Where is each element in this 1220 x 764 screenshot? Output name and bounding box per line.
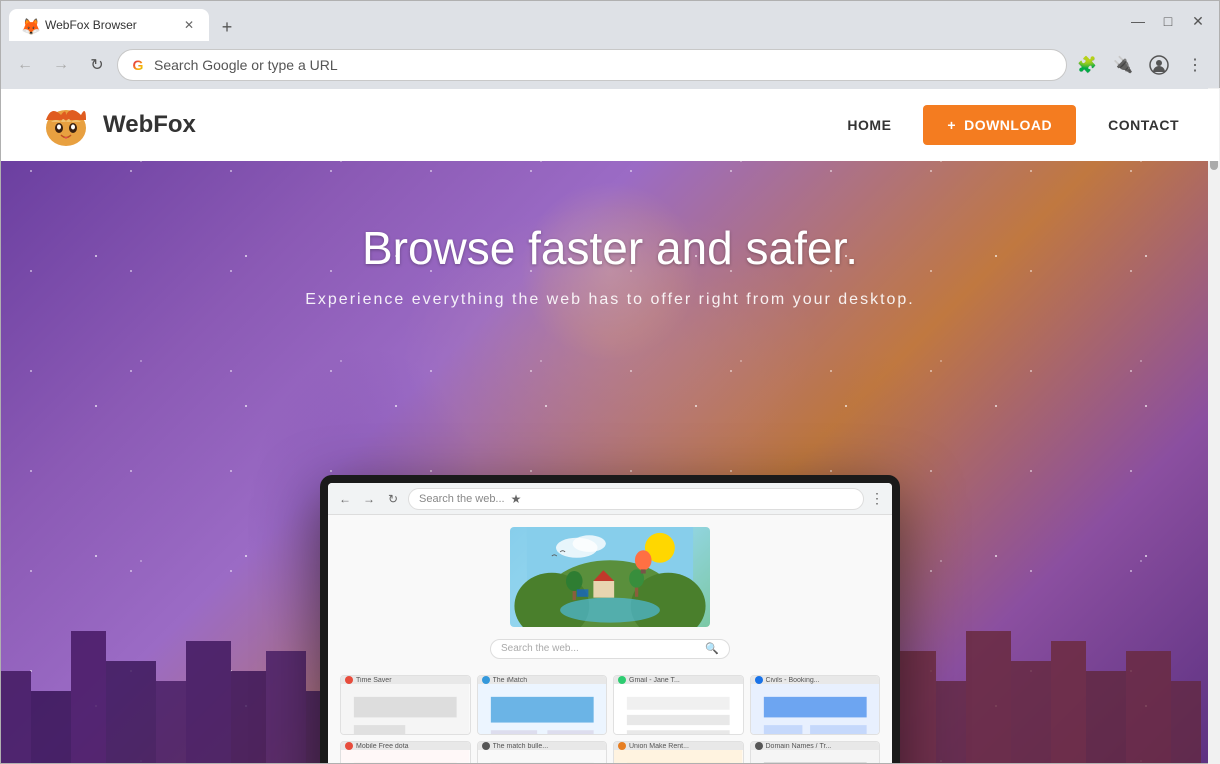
thumb-body-3 xyxy=(614,684,743,735)
browser-window: 🦊 WebFox Browser ✕ + — □ ✕ ← → ↻ G 🧩 🔌 xyxy=(0,0,1220,764)
laptop-mockup: ← → ↻ Search the web... ★ ⋮ xyxy=(320,475,900,763)
thumbnail-6: The match bulle... xyxy=(477,741,608,763)
inner-reload-icon: ↻ xyxy=(384,490,402,508)
hero-section: Browse faster and safer. Experience ever… xyxy=(1,161,1219,763)
window-controls: — □ ✕ xyxy=(1125,8,1211,34)
thumb-body-2 xyxy=(478,684,607,735)
inner-back-icon: ← xyxy=(336,490,354,508)
address-input[interactable] xyxy=(154,57,1054,73)
thumbnail-8: Domain Names / Tr... xyxy=(750,741,881,763)
thumb-label-4: Civils - Booking... xyxy=(766,677,820,684)
inner-menu-icon: ⋮ xyxy=(870,490,884,507)
thumb-body-7 xyxy=(614,750,743,763)
download-button[interactable]: + DOWNLOAD xyxy=(923,105,1076,145)
download-icon: + xyxy=(947,117,956,133)
thumb-body-4 xyxy=(751,684,880,735)
nav-icons: 🧩 🔌 ⋮ xyxy=(1071,49,1211,81)
thumb-body-1 xyxy=(341,684,470,735)
account-icon[interactable] xyxy=(1143,49,1175,81)
site-brand-name: WebFox xyxy=(103,111,196,139)
fox-logo-svg xyxy=(41,100,91,150)
nav-home-link[interactable]: HOME xyxy=(847,117,891,133)
thumb-label-6: The match bulle... xyxy=(493,743,549,750)
extensions-icon[interactable]: 🧩 xyxy=(1071,49,1103,81)
inner-search-text: Search the web... xyxy=(419,493,505,505)
laptop-screen-outer: ← → ↻ Search the web... ★ ⋮ xyxy=(320,475,900,763)
puzzle-icon[interactable]: 🔌 xyxy=(1107,49,1139,81)
address-bar[interactable]: G xyxy=(117,49,1067,81)
thumb-body-8 xyxy=(751,750,880,763)
download-label: DOWNLOAD xyxy=(964,117,1052,133)
thumb-body-5 xyxy=(341,750,470,763)
site-logo: WebFox xyxy=(41,100,196,150)
inner-hero-illustration xyxy=(510,527,710,627)
thumb-label-3: Gmail - Jane T... xyxy=(629,677,680,684)
tab-area: 🦊 WebFox Browser ✕ + xyxy=(9,1,1117,41)
hero-subtitle: Experience everything the web has to off… xyxy=(305,291,915,309)
thumb-favicon-7 xyxy=(618,742,626,750)
back-button[interactable]: ← xyxy=(9,49,41,81)
inner-search-icon: 🔍 xyxy=(705,642,719,655)
nav-contact-link[interactable]: CONTACT xyxy=(1108,117,1179,133)
thumb-label-1: Time Saver xyxy=(356,677,392,684)
thumb-header-3: Gmail - Jane T... xyxy=(614,676,743,684)
thumb-favicon-6 xyxy=(482,742,490,750)
thumbnail-7: Union Make Rent... xyxy=(613,741,744,763)
thumb-favicon-1 xyxy=(345,676,353,684)
site-navigation: HOME + DOWNLOAD CONTACT xyxy=(847,105,1179,145)
tab-title: WebFox Browser xyxy=(45,18,173,32)
google-icon: G xyxy=(130,57,146,73)
title-bar: 🦊 WebFox Browser ✕ + — □ ✕ xyxy=(1,1,1219,41)
inner-search-placeholder: Search the web... xyxy=(501,643,699,654)
inner-browser-bar: ← → ↻ Search the web... ★ ⋮ xyxy=(328,483,892,515)
minimize-button[interactable]: — xyxy=(1125,8,1151,34)
thumb-header-5: Mobile Free dota xyxy=(341,742,470,750)
thumbnails-grid: Time Saver xyxy=(340,675,880,763)
thumbnail-4: Civils - Booking... xyxy=(750,675,881,735)
thumb-header-4: Civils - Booking... xyxy=(751,676,880,684)
thumb-label-7: Union Make Rent... xyxy=(629,743,689,750)
tab-favicon: 🦊 xyxy=(21,17,37,33)
thumb-favicon-2 xyxy=(482,676,490,684)
tab-close-button[interactable]: ✕ xyxy=(181,17,197,33)
inner-browser-content: Search the web... 🔍 Time Saver xyxy=(328,515,892,763)
active-tab[interactable]: 🦊 WebFox Browser ✕ xyxy=(9,9,209,41)
hero-title: Browse faster and safer. xyxy=(305,221,915,275)
thumb-header-2: The iMatch xyxy=(478,676,607,684)
maximize-button[interactable]: □ xyxy=(1155,8,1181,34)
forward-button[interactable]: → xyxy=(45,49,77,81)
thumb-header-7: Union Make Rent... xyxy=(614,742,743,750)
thumb-favicon-8 xyxy=(755,742,763,750)
thumb-body-6 xyxy=(478,750,607,763)
laptop-screen: ← → ↻ Search the web... ★ ⋮ xyxy=(328,483,892,763)
scrollbar[interactable] xyxy=(1208,88,1220,764)
thumb-label-5: Mobile Free dota xyxy=(356,743,409,750)
thumb-header-1: Time Saver xyxy=(341,676,470,684)
website-content: WebFox HOME + DOWNLOAD CONTACT xyxy=(1,89,1219,763)
inner-search-bar: Search the web... 🔍 xyxy=(490,639,730,659)
inner-star-icon: ★ xyxy=(511,492,522,506)
inner-address-bar: Search the web... ★ xyxy=(408,488,864,510)
thumbnail-1: Time Saver xyxy=(340,675,471,735)
thumbnail-3: Gmail - Jane T... xyxy=(613,675,744,735)
thumb-favicon-5 xyxy=(345,742,353,750)
new-tab-button[interactable]: + xyxy=(213,13,241,41)
thumb-header-6: The match bulle... xyxy=(478,742,607,750)
thumb-header-8: Domain Names / Tr... xyxy=(751,742,880,750)
thumbnail-5: Mobile Free dota xyxy=(340,741,471,763)
close-button[interactable]: ✕ xyxy=(1185,8,1211,34)
inner-forward-icon: → xyxy=(360,490,378,508)
thumb-label-2: The iMatch xyxy=(493,677,528,684)
thumb-favicon-3 xyxy=(618,676,626,684)
thumb-label-8: Domain Names / Tr... xyxy=(766,743,832,750)
thumbnail-2: The iMatch xyxy=(477,675,608,735)
reload-button[interactable]: ↻ xyxy=(81,49,113,81)
site-header: WebFox HOME + DOWNLOAD CONTACT xyxy=(1,89,1219,161)
hero-text: Browse faster and safer. Experience ever… xyxy=(305,221,915,309)
nav-bar: ← → ↻ G 🧩 🔌 ⋮ xyxy=(1,41,1219,89)
thumb-favicon-4 xyxy=(755,676,763,684)
chrome-menu-icon[interactable]: ⋮ xyxy=(1179,49,1211,81)
